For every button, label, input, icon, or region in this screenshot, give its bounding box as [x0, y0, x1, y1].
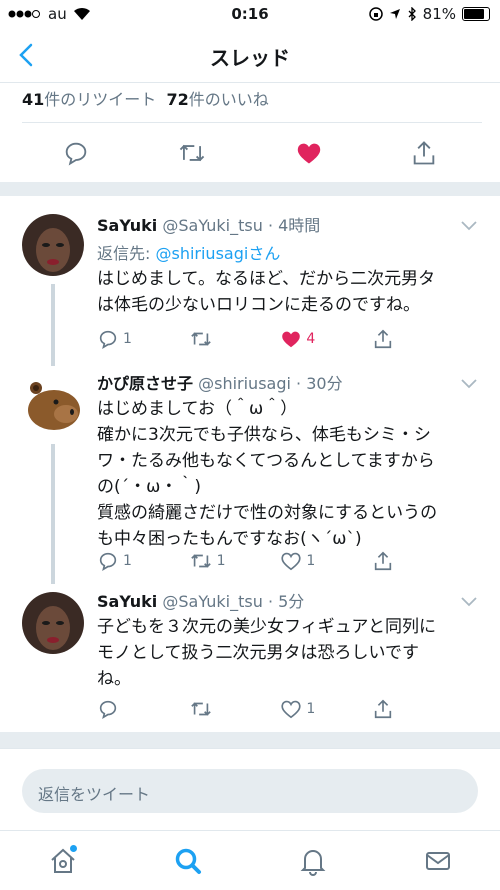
like-button[interactable]: 4 — [280, 328, 320, 350]
tweet-time: · 30分 — [296, 374, 343, 393]
retweet-button[interactable] — [189, 328, 229, 350]
retweet-count: 1 — [216, 553, 226, 569]
reply-context: 返信先: @shiriusagiさん — [97, 240, 478, 264]
avatar[interactable] — [22, 214, 84, 276]
like-heart-icon — [281, 700, 301, 719]
retweet-button[interactable] — [189, 698, 229, 720]
bell-icon — [300, 849, 325, 876]
reply-button[interactable]: 1 — [97, 550, 137, 572]
lock-rotation-icon — [368, 7, 383, 21]
share-button[interactable] — [372, 550, 412, 572]
reply-icon[interactable] — [62, 139, 90, 167]
reply-icon — [99, 552, 117, 571]
retweet-count[interactable]: 41 — [22, 90, 44, 109]
tab-home[interactable] — [43, 841, 83, 881]
reply-tweet[interactable]: SaYuki @SaYuki_tsu · 5分 子どもを３次元の美少女フィギュア… — [0, 584, 500, 732]
user-handle[interactable]: @SaYuki_tsu — [162, 592, 263, 611]
tweet-text: はじめましてお（＾ω＾） 確かに3次元でも子供なら、体毛もシミ・シ ワ・たるみ他… — [97, 399, 438, 549]
thread-line — [51, 444, 55, 584]
share-icon — [374, 329, 392, 349]
retweet-icon — [190, 332, 211, 346]
display-name[interactable]: SaYuki — [97, 216, 157, 235]
tweet-actions: 1 — [97, 696, 412, 722]
tab-bar — [0, 830, 500, 890]
mail-icon — [425, 851, 450, 870]
like-button[interactable]: 1 — [280, 698, 320, 720]
share-icon — [374, 551, 392, 571]
reply-tweet[interactable]: SaYuki @SaYuki_tsu · 4時間 返信先: @shiriusag… — [0, 196, 500, 366]
reply-to-link[interactable]: @shiriusagiさん — [155, 244, 280, 263]
retweet-icon — [190, 554, 211, 568]
tab-notifications[interactable] — [293, 841, 333, 881]
reply-prefix: 返信先: — [97, 244, 156, 263]
thread-line — [51, 284, 55, 366]
battery-percent: 81% — [422, 5, 456, 23]
avatar[interactable] — [22, 592, 84, 654]
reply-count: 1 — [123, 553, 132, 569]
tweet-text: はじめまして。なるほど、だから二次元男タ は体毛の少ないロリコンに走るのですね。 — [97, 269, 436, 315]
reply-composer: 返信をツイート — [0, 748, 500, 834]
reply-icon — [99, 330, 117, 349]
share-icon — [374, 699, 392, 719]
tweet-actions: 1 4 — [97, 326, 412, 352]
nav-bar: スレッド — [0, 30, 500, 83]
notification-dot — [69, 844, 77, 852]
tweet-header: SaYuki @SaYuki_tsu · 4時間 — [97, 212, 478, 236]
page-title: スレッド — [210, 46, 290, 70]
tab-messages[interactable] — [418, 841, 458, 881]
retweet-button[interactable]: 1 — [189, 550, 229, 572]
like-count[interactable]: 72 — [166, 90, 188, 109]
reply-icon — [99, 700, 117, 719]
like-count: 4 — [306, 331, 316, 347]
like-count: 1 — [306, 553, 316, 569]
share-icon[interactable] — [410, 139, 438, 167]
battery-icon — [462, 7, 490, 21]
retweet-icon[interactable] — [177, 139, 207, 167]
bluetooth-icon — [408, 7, 416, 21]
search-icon — [175, 848, 201, 874]
tab-search[interactable] — [168, 841, 208, 881]
avatar[interactable] — [22, 374, 84, 436]
reply-count: 1 — [123, 331, 132, 347]
retweet-icon — [190, 702, 211, 716]
location-icon — [389, 9, 400, 19]
section-divider — [0, 182, 500, 196]
reply-placeholder: 返信をツイート — [38, 785, 151, 804]
reply-tweet[interactable]: かぴ原させ子 @shiriusagi · 30分 はじめましてお（＾ω＾） 確か… — [0, 366, 500, 584]
tweet-header: SaYuki @SaYuki_tsu · 5分 — [97, 588, 478, 612]
reply-input[interactable]: 返信をツイート — [22, 769, 478, 813]
like-heart-icon — [281, 552, 301, 571]
display-name[interactable]: かぴ原させ子 — [97, 374, 193, 393]
share-button[interactable] — [372, 328, 412, 350]
retweet-count-label[interactable]: 件のリツイート — [44, 90, 156, 109]
like-count: 1 — [306, 701, 316, 717]
like-count-label[interactable]: 件のいいね — [189, 90, 269, 109]
user-handle[interactable]: @SaYuki_tsu — [162, 216, 263, 235]
display-name[interactable]: SaYuki — [97, 592, 157, 611]
main-tweet-actions — [22, 124, 478, 182]
like-heart-icon — [282, 331, 301, 348]
user-handle[interactable]: @shiriusagi — [198, 374, 291, 393]
tweet-text: 子どもを３次元の美少女フィギュアと同列に モノとして扱う二次元男タは恐ろしいです… — [97, 617, 436, 689]
tweet-actions: 1 1 1 — [97, 548, 412, 574]
like-heart-icon[interactable] — [295, 139, 323, 167]
status-bar: au 0:16 81% — [0, 0, 500, 30]
tweet-time: · 4時間 — [267, 216, 321, 235]
share-button[interactable] — [372, 698, 412, 720]
tweet-header: かぴ原させ子 @shiriusagi · 30分 — [97, 370, 478, 394]
reply-button[interactable]: 1 — [97, 328, 137, 350]
tweet-time: · 5分 — [267, 592, 305, 611]
like-button[interactable]: 1 — [280, 550, 320, 572]
section-divider — [0, 732, 500, 748]
tweet-stats: 41件のリツイート 72件のいいね — [22, 82, 482, 123]
reply-button[interactable] — [97, 698, 137, 720]
